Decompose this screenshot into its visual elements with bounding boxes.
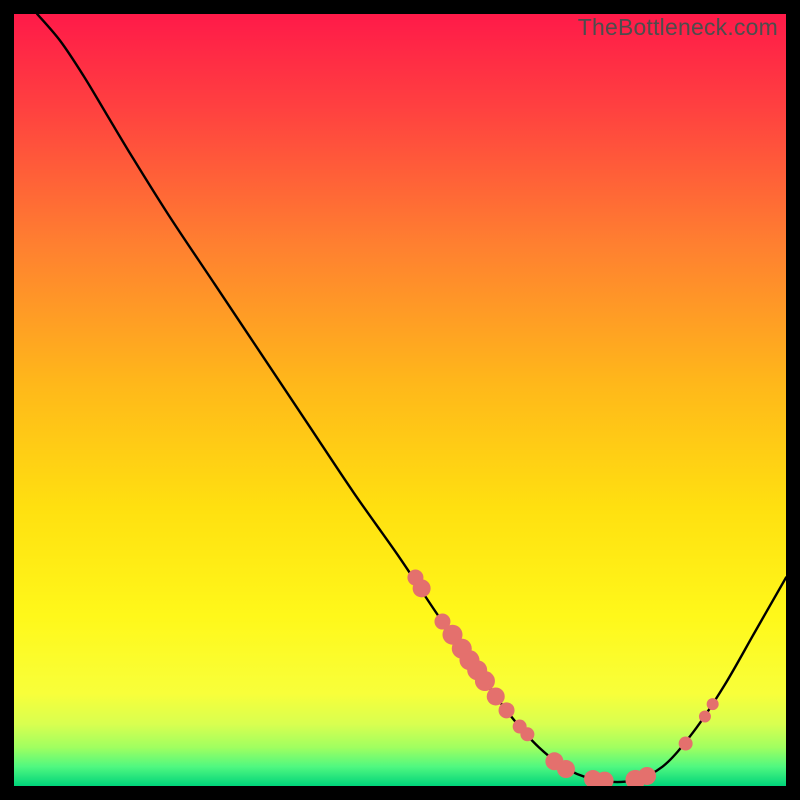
data-marker bbox=[707, 698, 719, 710]
chart-svg bbox=[14, 14, 786, 786]
data-marker bbox=[557, 760, 575, 778]
data-marker bbox=[499, 702, 515, 718]
gradient-background bbox=[14, 14, 786, 786]
data-marker bbox=[413, 579, 431, 597]
data-marker bbox=[487, 687, 505, 705]
data-marker bbox=[699, 711, 711, 723]
data-marker bbox=[679, 737, 693, 751]
watermark-text: TheBottleneck.com bbox=[578, 14, 778, 41]
data-marker bbox=[475, 671, 495, 691]
chart-frame: TheBottleneck.com bbox=[14, 14, 786, 786]
data-marker bbox=[638, 767, 656, 785]
data-marker bbox=[520, 727, 534, 741]
